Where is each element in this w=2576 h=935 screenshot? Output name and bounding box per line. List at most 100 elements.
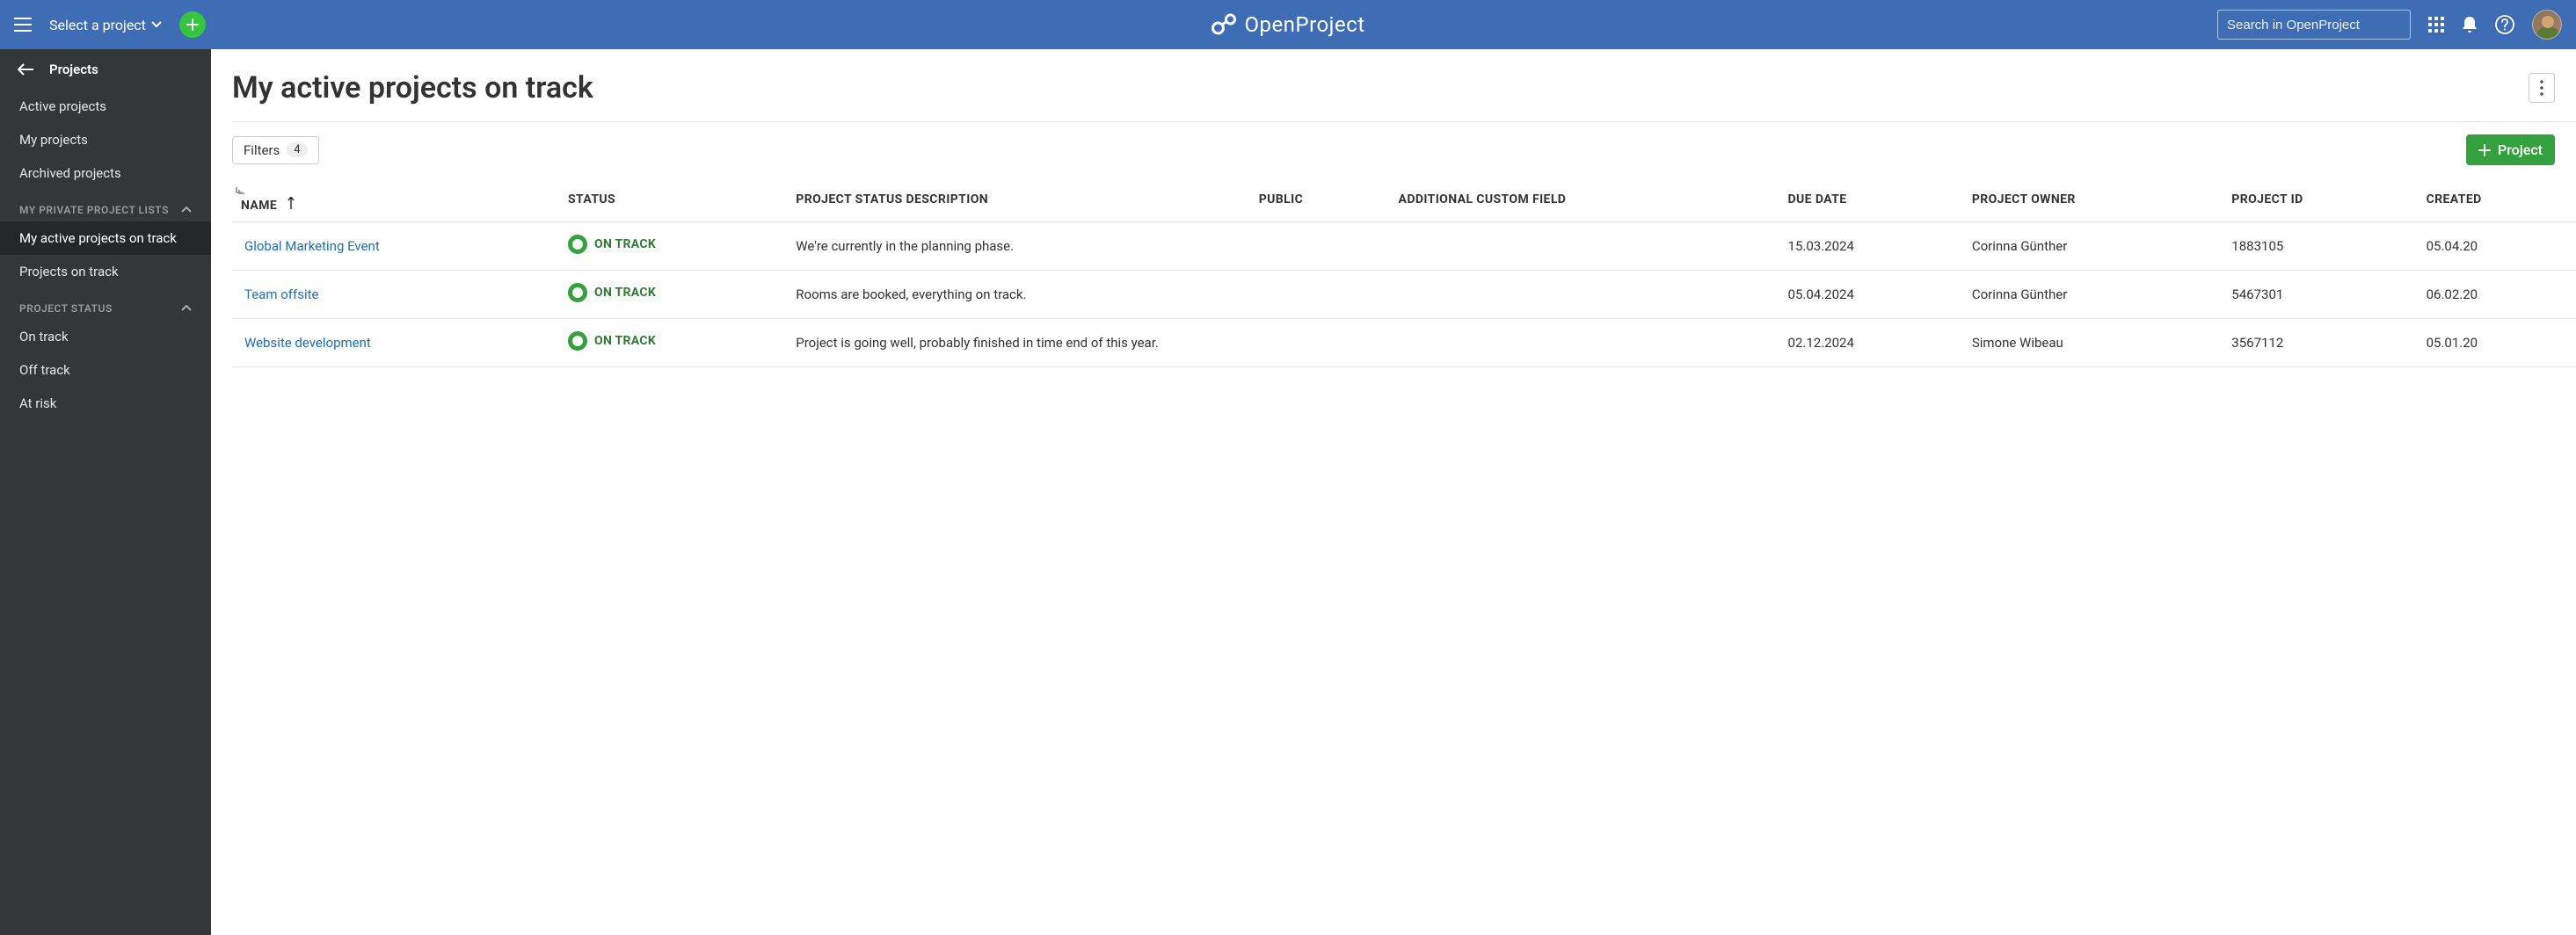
global-search[interactable] [2217, 10, 2411, 40]
project-id-cell: 1883105 [2219, 222, 2413, 271]
sidebar-item-label: At risk [19, 395, 56, 411]
sidebar-item-label: Active projects [19, 98, 106, 114]
plus-icon [186, 18, 200, 32]
project-name-link[interactable]: Website development [244, 335, 371, 351]
due-date-cell: 15.03.2024 [1776, 222, 1960, 271]
column-header-description[interactable]: PROJECT STATUS DESCRIPTION [783, 178, 1246, 222]
column-header-created[interactable]: CREATED [2414, 178, 2576, 222]
sidebar-section-project-status[interactable]: PROJECT STATUS [0, 288, 211, 320]
project-selector[interactable]: Select a project [49, 17, 162, 33]
description-cell: Rooms are booked, everything on track. [783, 271, 1246, 319]
status-dot-icon [568, 331, 587, 351]
sidebar-item-label: Archived projects [19, 165, 121, 181]
brand-text: OpenProject [1244, 12, 1364, 37]
hierarchy-icon [236, 186, 246, 197]
sidebar-item-on-track[interactable]: On track [0, 320, 211, 353]
sidebar-item-off-track[interactable]: Off track [0, 353, 211, 387]
hamburger-icon [14, 18, 32, 32]
public-cell [1247, 222, 1386, 271]
grid-icon [2428, 17, 2444, 33]
description-cell: Project is going well, probably finished… [783, 319, 1246, 367]
project-name-link[interactable]: Global Marketing Event [244, 238, 380, 254]
owner-cell: Simone Wibeau [1960, 319, 2219, 367]
project-name-link[interactable]: Team offsite [244, 286, 318, 302]
table-row[interactable]: Global Marketing Event ON TRACK We're cu… [232, 222, 2576, 271]
top-bar: Select a project OpenProject [0, 0, 2576, 49]
created-cell: 05.01.20 [2414, 319, 2576, 367]
more-actions-button[interactable] [2529, 73, 2555, 103]
plus-icon [2478, 144, 2491, 156]
column-header-custom[interactable]: ADDITIONAL CUSTOM FIELD [1386, 178, 1776, 222]
sidebar-item-my-projects[interactable]: My projects [0, 123, 211, 156]
modules-button[interactable] [2428, 17, 2444, 33]
sidebar-back[interactable]: Projects [0, 49, 211, 90]
public-cell [1247, 271, 1386, 319]
sidebar-item-label: Projects on track [19, 264, 119, 279]
column-header-due[interactable]: DUE DATE [1776, 178, 1960, 222]
sidebar-item-label: My active projects on track [19, 230, 177, 246]
table-row[interactable]: Team offsite ON TRACK Rooms are booked, … [232, 271, 2576, 319]
sidebar-item-label: My projects [19, 132, 88, 148]
help-icon [2495, 15, 2514, 34]
chevron-up-icon [181, 305, 192, 312]
sidebar-section-private-lists[interactable]: MY PRIVATE PROJECT LISTS [0, 190, 211, 221]
sidebar: Projects Active projects My projects Arc… [0, 49, 211, 935]
status-text: ON TRACK [594, 286, 656, 300]
user-avatar[interactable] [2532, 10, 2562, 40]
filters-button[interactable]: Filters 4 [232, 136, 319, 164]
chevron-down-icon [151, 21, 162, 28]
column-header-owner[interactable]: PROJECT OWNER [1960, 178, 2219, 222]
filters-count: 4 [287, 142, 307, 157]
custom-cell [1386, 271, 1776, 319]
public-cell [1247, 319, 1386, 367]
projects-table: NAME STATUS PROJECT STATUS DESCRIPTION P… [232, 178, 2576, 367]
table-row[interactable]: Website development ON TRACK Project is … [232, 319, 2576, 367]
status-text: ON TRACK [594, 334, 656, 348]
column-header-pid[interactable]: PROJECT ID [2219, 178, 2413, 222]
status-badge: ON TRACK [568, 331, 656, 351]
quick-add-button[interactable] [179, 11, 206, 38]
page-title: My active projects on track [232, 70, 593, 105]
chevron-up-icon [181, 207, 192, 214]
sidebar-item-active-projects[interactable]: Active projects [0, 90, 211, 123]
status-text: ON TRACK [594, 237, 656, 251]
description-cell: We're currently in the planning phase. [783, 222, 1246, 271]
custom-cell [1386, 222, 1776, 271]
column-header-status[interactable]: STATUS [556, 178, 783, 222]
sidebar-item-projects-on-track[interactable]: Projects on track [0, 255, 211, 288]
menu-toggle-button[interactable] [14, 18, 32, 32]
create-project-label: Project [2498, 141, 2543, 158]
created-cell: 06.02.20 [2414, 271, 2576, 319]
owner-cell: Corinna Günther [1960, 222, 2219, 271]
due-date-cell: 05.04.2024 [1776, 271, 1960, 319]
status-badge: ON TRACK [568, 235, 656, 254]
sidebar-item-my-active-on-track[interactable]: My active projects on track [0, 221, 211, 255]
main-content: My active projects on track Filters 4 Pr… [211, 49, 2576, 935]
status-badge: ON TRACK [568, 283, 656, 302]
sidebar-back-label: Projects [49, 62, 98, 77]
owner-cell: Corinna Günther [1960, 271, 2219, 319]
sidebar-item-archived-projects[interactable]: Archived projects [0, 156, 211, 190]
create-project-button[interactable]: Project [2466, 134, 2555, 165]
column-header-name[interactable]: NAME [232, 178, 556, 222]
sidebar-item-label: Off track [19, 362, 70, 378]
sidebar-item-at-risk[interactable]: At risk [0, 387, 211, 420]
status-dot-icon [568, 283, 587, 302]
search-input[interactable] [2227, 18, 2402, 33]
sort-asc-icon [287, 197, 295, 209]
created-cell: 05.04.20 [2414, 222, 2576, 271]
notifications-button[interactable] [2462, 16, 2478, 33]
sidebar-section-label: MY PRIVATE PROJECT LISTS [19, 204, 169, 216]
column-header-public[interactable]: PUBLIC [1247, 178, 1386, 222]
project-id-cell: 5467301 [2219, 271, 2413, 319]
help-button[interactable] [2495, 15, 2514, 34]
arrow-left-icon [18, 63, 33, 76]
brand[interactable]: OpenProject [1211, 12, 1364, 37]
custom-cell [1386, 319, 1776, 367]
filters-label: Filters [244, 142, 280, 158]
due-date-cell: 02.12.2024 [1776, 319, 1960, 367]
sidebar-section-label: PROJECT STATUS [19, 302, 113, 315]
openproject-logo-icon [1211, 12, 1237, 37]
bell-icon [2462, 16, 2478, 33]
sidebar-item-label: On track [19, 329, 69, 344]
